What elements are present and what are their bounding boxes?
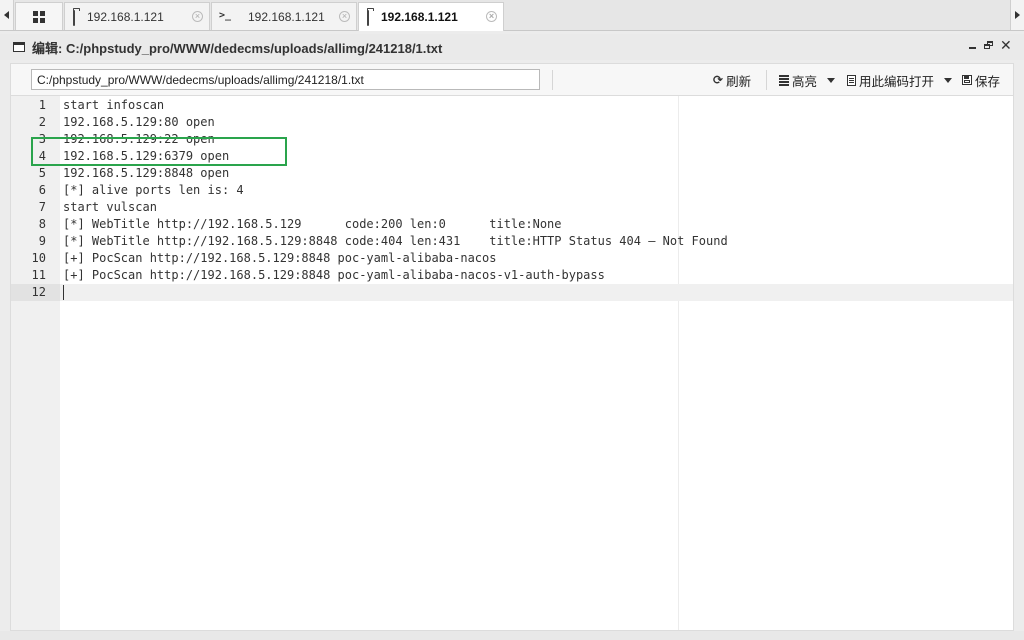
- line-number: 6: [38, 183, 46, 197]
- folder-icon: [73, 10, 75, 26]
- close-window-icon[interactable]: ✕: [1000, 38, 1012, 52]
- panel-title: 编辑: C:/phpstudy_pro/WWW/dedecms/uploads/…: [32, 40, 443, 56]
- bottom-strip: [0, 631, 1024, 640]
- tab-label: 192.168.1.121: [248, 9, 325, 24]
- line-number: 5: [38, 166, 46, 180]
- tab-label: 192.168.1.121: [87, 9, 164, 24]
- restore-icon[interactable]: [984, 39, 994, 51]
- code-line[interactable]: 7 start vulscan: [11, 199, 1013, 216]
- triangle-right-icon: [1015, 11, 1020, 19]
- tab-bar: 192.168.1.121 × >_ 192.168.1.121 × 192.1…: [0, 0, 1024, 31]
- code-line[interactable]: 1 start infoscan: [11, 97, 1013, 114]
- window-controls: ✕: [968, 38, 1012, 52]
- close-icon[interactable]: ×: [192, 11, 203, 22]
- line-text: 192.168.5.129:6379 open: [63, 149, 230, 163]
- line-text: [*] alive ports len is: 4: [63, 183, 244, 197]
- code-line[interactable]: 8 [*] WebTitle http://192.168.5.129 code:…: [11, 216, 1013, 233]
- line-number: 9: [38, 234, 46, 248]
- code-line[interactable]: 2 192.168.5.129:80 open: [11, 114, 1013, 131]
- highlight-label: 高亮: [792, 74, 818, 89]
- refresh-button[interactable]: ⟳ 刷新: [713, 72, 752, 89]
- line-number: 11: [31, 268, 46, 282]
- line-text: [*] WebTitle http://192.168.5.129 code:2…: [63, 217, 562, 231]
- line-text: start vulscan: [63, 200, 157, 214]
- line-text: [+] PocScan http://192.168.5.129:8848 po…: [63, 268, 605, 282]
- editor-lines: 1 start infoscan 2 192.168.5.129:80 open 3 19…: [11, 97, 1013, 301]
- tab-label: 192.168.1.121: [381, 10, 458, 24]
- code-line[interactable]: 5 192.168.5.129:8848 open: [11, 165, 1013, 182]
- code-line[interactable]: 12: [11, 284, 1013, 301]
- line-text: start infoscan: [63, 98, 165, 112]
- line-number: 7: [38, 200, 46, 214]
- code-line[interactable]: 6 [*] alive ports len is: 4: [11, 182, 1013, 199]
- code-line[interactable]: 4 192.168.5.129:6379 open: [11, 148, 1013, 165]
- line-text: 192.168.5.129:80 open: [63, 115, 215, 129]
- code-line[interactable]: 9 [*] WebTitle http://192.168.5.129:8848 …: [11, 233, 1013, 250]
- folder-icon: [367, 10, 369, 26]
- save-icon: [962, 75, 972, 85]
- save-label: 保存: [975, 74, 1001, 89]
- tab-scroll-left-button[interactable]: [0, 0, 14, 30]
- chevron-down-icon: [827, 77, 836, 83]
- toolbar-divider: [552, 70, 553, 90]
- editor-toolbar: ⟳ 刷新 高亮 用此编码打开 保存: [10, 63, 1014, 95]
- toolbar-divider: [766, 70, 767, 90]
- line-number: 2: [38, 115, 46, 129]
- list-icon: [779, 74, 789, 86]
- document-icon: [847, 74, 856, 86]
- tab-scroll-right-button[interactable]: [1010, 0, 1024, 30]
- code-line[interactable]: 10 [+] PocScan http://192.168.5.129:8848 …: [11, 250, 1013, 267]
- line-text: [*] WebTitle http://192.168.5.129:8848 c…: [63, 234, 728, 248]
- line-text: [+] PocScan http://192.168.5.129:8848 po…: [63, 251, 497, 265]
- code-line[interactable]: 3 192.168.5.129:22 open: [11, 131, 1013, 148]
- triangle-left-icon: [4, 11, 9, 19]
- terminal-icon: >_: [219, 10, 232, 21]
- close-icon[interactable]: ×: [339, 11, 350, 22]
- text-cursor: [63, 285, 64, 300]
- line-number: 1: [38, 98, 46, 112]
- tab-file-manager[interactable]: 192.168.1.121 ×: [64, 2, 210, 30]
- minimize-icon[interactable]: [968, 39, 978, 51]
- tab-editor[interactable]: 192.168.1.121 ×: [358, 2, 504, 31]
- save-button[interactable]: 保存: [962, 72, 1001, 89]
- line-number: 12: [11, 284, 60, 301]
- highlight-dropdown[interactable]: 高亮: [779, 72, 836, 89]
- refresh-label: 刷新: [726, 74, 752, 89]
- code-editor[interactable]: 1 start infoscan 2 192.168.5.129:80 open 3 19…: [10, 95, 1014, 631]
- line-number: 8: [38, 217, 46, 231]
- line-number: 3: [38, 132, 46, 146]
- tab-terminal[interactable]: >_ 192.168.1.121 ×: [211, 2, 357, 30]
- code-line[interactable]: 11 [+] PocScan http://192.168.5.129:8848 …: [11, 267, 1013, 284]
- file-path-input[interactable]: [31, 69, 540, 90]
- panel-header: 编辑: C:/phpstudy_pro/WWW/dedecms/uploads/…: [0, 34, 1024, 60]
- grid-icon: [33, 10, 45, 23]
- close-icon[interactable]: ×: [486, 11, 497, 22]
- open-with-encoding-label: 用此编码打开: [859, 74, 935, 89]
- line-number: 10: [31, 251, 46, 265]
- chevron-down-icon: [944, 77, 953, 83]
- open-with-encoding-dropdown[interactable]: 用此编码打开: [847, 72, 953, 89]
- window-icon: [13, 42, 25, 52]
- line-number: 4: [38, 149, 46, 163]
- line-text: 192.168.5.129:8848 open: [63, 166, 230, 180]
- tab-home[interactable]: [15, 2, 63, 30]
- line-text: 192.168.5.129:22 open: [63, 132, 215, 146]
- refresh-icon: ⟳: [713, 73, 724, 87]
